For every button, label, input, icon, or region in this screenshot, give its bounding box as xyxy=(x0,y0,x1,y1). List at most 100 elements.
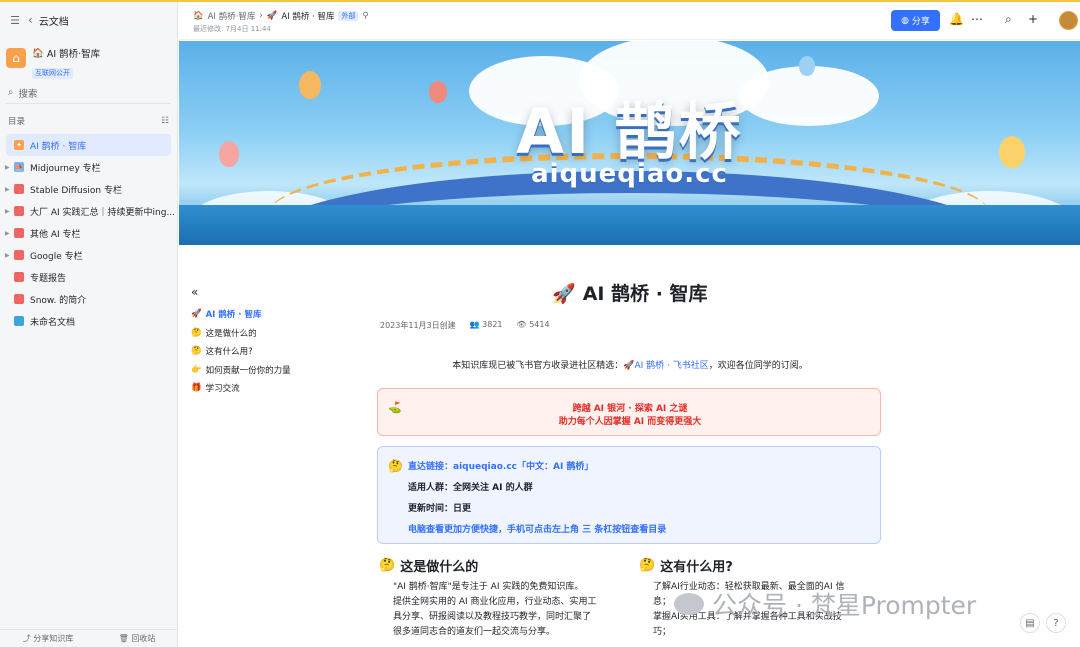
views-count: 👁 5414 xyxy=(516,320,550,329)
space-emoji-icon: 🏠 xyxy=(32,47,44,59)
bell-icon[interactable]: 🔔 xyxy=(949,12,964,26)
callout-highlight: ⛳ 跨越 AI 银河 · 探索 AI 之谜 助力每个人因掌握 AI 而变得更强大 xyxy=(377,388,881,436)
share-knowledge-base-button[interactable]: ⤴ 分享知识库 xyxy=(23,633,74,644)
callout-info: 🤔 直达链接：aiqueqiao.cc「中文：AI 鹊桥」 适用人群：全网关注 … xyxy=(377,446,881,544)
share-button[interactable]: ◍ 分享 xyxy=(891,10,940,31)
sidebar-item-stable-diffusion[interactable]: ▶ Stable Diffusion 专栏 xyxy=(0,178,177,200)
expand-arrow-icon[interactable]: ▶ xyxy=(5,208,10,215)
breadcrumb: 🏠 AI 鹊桥·智库 › 🚀 AI 鹊桥 · 智库 外部 ⚲ xyxy=(193,10,369,22)
more-icon[interactable]: ⋯ xyxy=(971,12,983,26)
landscape-icon xyxy=(14,316,24,326)
expand-arrow-icon[interactable]: ▶ xyxy=(5,252,10,259)
sidebar-item-midjourney[interactable]: ▶ ⛵ Midjourney 专栏 xyxy=(0,156,177,178)
face-icon: 🤔 xyxy=(379,558,396,573)
toc-item[interactable]: 🎁 学习交流 xyxy=(191,379,291,398)
sidebar-search[interactable]: ⌕ 搜索 xyxy=(6,82,171,104)
gift-icon: 🎁 xyxy=(191,383,202,394)
sidebar-header: ☰ ‹ 云文档 xyxy=(0,2,177,38)
users-icon: 👥 xyxy=(469,320,480,329)
sidebar-item-other-ai[interactable]: ▶ 其他 AI 专栏 xyxy=(0,222,177,244)
doc-icon xyxy=(14,184,24,194)
section-heading-use: 🤔 这有什么用? xyxy=(639,558,733,575)
rocket-icon: 🚀 xyxy=(191,309,202,320)
search-icon: ⌕ xyxy=(8,87,14,98)
expand-arrow-icon[interactable]: ▶ xyxy=(5,186,10,193)
watermark: 公众号 · 梵星Prompter xyxy=(674,586,976,622)
created-date: 2023年11月3日创建 xyxy=(380,321,456,330)
add-icon[interactable]: + xyxy=(1028,12,1038,26)
face-icon: 🤔 xyxy=(388,459,403,473)
app-window: ☰ ‹ 云文档 ⌂ 🏠 AI 鹊桥·智库 互联网公开 ⌕ 搜索 目录 ☷ ✦ A… xyxy=(0,0,1080,647)
face-icon: 🤔 xyxy=(191,327,202,338)
collaborators-count: 👥 3821 xyxy=(469,320,503,329)
doc-meta: 2023年11月3日创建 👥 3821 👁 5414 xyxy=(380,320,550,331)
rocket-icon: 🚀 xyxy=(623,361,635,371)
sidebar-nav: ✦ AI 鹊桥 · 智库 ▶ ⛵ Midjourney 专栏 ▶ Stable … xyxy=(0,134,177,332)
avatar[interactable] xyxy=(1059,11,1078,30)
space-emoji-icon: 🏠 xyxy=(193,11,204,21)
toc-item[interactable]: 🤔 这有什么用? xyxy=(191,342,291,361)
community-link[interactable]: AI 鹊桥 · 飞书社区 xyxy=(634,361,708,371)
update-line: 更新时间：日更 xyxy=(408,504,472,514)
breadcrumb-root[interactable]: AI 鹊桥·智库 xyxy=(208,10,256,22)
external-tag: 外部 xyxy=(338,11,359,21)
cover-banner: AI 鹊桥 aiqueqiao.cc xyxy=(179,41,1080,245)
sidebar-item-snow-intro[interactable]: Snow. 的简介 xyxy=(0,288,177,310)
last-edited: 最近修改: 7月4日 11:44 xyxy=(193,25,271,33)
toc-label: 目录 xyxy=(8,117,26,127)
face-icon: 🤔 xyxy=(639,558,656,573)
doc-icon xyxy=(14,294,24,304)
rocket-icon: 🚀 xyxy=(552,283,577,305)
doc-outline-icon[interactable]: ▤ xyxy=(1020,613,1040,633)
toc-item[interactable]: 🤔 这是做什么的 xyxy=(191,324,291,343)
toc-item[interactable]: 🚀 AI 鹊桥 · 智库 xyxy=(191,305,291,324)
search-icon[interactable]: ⌕ xyxy=(1005,12,1012,27)
callout-line: 跨越 AI 银河 · 探索 AI 之谜 xyxy=(572,404,688,414)
audience-line: 适用人群：全网关注 AI 的人群 xyxy=(408,483,533,493)
help-icon[interactable]: ? xyxy=(1046,613,1066,633)
sidebar-item-ai-queqiao[interactable]: ✦ AI 鹊桥 · 智库 xyxy=(6,134,171,156)
back-arrow-icon[interactable]: ‹ xyxy=(28,13,33,27)
page-title: 🚀 AI 鹊桥 · 智库 xyxy=(552,283,708,305)
doc-icon xyxy=(14,272,24,282)
breadcrumb-current[interactable]: AI 鹊桥 · 智库 xyxy=(281,10,334,22)
pin-icon[interactable]: ⚲ xyxy=(362,11,368,21)
banner-subtitle: aiqueqiao.cc xyxy=(531,159,728,189)
sidebar-item-untitled[interactable]: 未命名文档 xyxy=(0,310,177,332)
chevron-right-icon: › xyxy=(259,11,263,21)
search-input[interactable]: 搜索 xyxy=(18,86,37,100)
intro-paragraph: 本知识库现已被飞书官方收录进社区精选：🚀AI 鹊桥 · 飞书社区，欢迎各位同学的… xyxy=(452,361,808,371)
doc-toc: « 🚀 AI 鹊桥 · 智库 🤔 这是做什么的 🤔 这有什么用? 👉 如何贡献一份你的力… xyxy=(191,285,291,398)
eye-icon: 👁 xyxy=(516,320,527,329)
space-home-icon: ⌂ xyxy=(6,48,26,68)
doc-rocket-icon: ✦ xyxy=(14,140,24,150)
direct-link[interactable]: 直达链接：aiqueqiao.cc「中文：AI 鹊桥」 xyxy=(408,459,593,472)
doc-header: 🏠 AI 鹊桥·智库 › 🚀 AI 鹊桥 · 智库 外部 ⚲ 最近修改: 7月4… xyxy=(179,2,1080,40)
section-text-what: "AI 鹊桥·智库"是专注于 AI 实践的免费知识库。 提供全网实用的 AI 商… xyxy=(393,582,597,637)
collapse-sidebar-icon[interactable]: ☰ xyxy=(8,14,22,27)
filter-list-icon[interactable]: ☷ xyxy=(161,116,169,126)
toc-item[interactable]: 👉 如何贡献一份你的力量 xyxy=(191,361,291,380)
doc-icon xyxy=(14,206,24,216)
public-badge: 互联网公开 xyxy=(32,68,73,79)
expand-arrow-icon[interactable]: ▶ xyxy=(5,230,10,237)
toc-header: 目录 ☷ xyxy=(0,108,177,134)
sidebar-item-reports[interactable]: 专题报告 xyxy=(0,266,177,288)
hand-icon: 👉 xyxy=(191,364,202,375)
collapse-toc-icon[interactable]: « xyxy=(191,285,291,299)
sidebar-title: 云文档 xyxy=(38,16,69,28)
sidebar-item-big-tech[interactable]: ▶ 大厂 AI 实践汇总｜持续更新中ing... xyxy=(0,200,177,222)
tip-line: 电脑查看更加方便快捷，手机可点击左上角 三 条杠按钮查看目录 xyxy=(408,525,667,535)
space-title: 🏠 AI 鹊桥·智库 xyxy=(32,47,101,61)
sidebar: ☰ ‹ 云文档 ⌂ 🏠 AI 鹊桥·智库 互联网公开 ⌕ 搜索 目录 ☷ ✦ A… xyxy=(0,2,178,647)
doc-icon xyxy=(14,250,24,260)
globe-icon: ◍ xyxy=(901,15,909,26)
banner-title: AI 鹊桥 xyxy=(516,95,743,168)
balloon-shape xyxy=(799,56,815,76)
water xyxy=(179,205,1080,245)
sidebar-item-google[interactable]: ▶ Google 专栏 xyxy=(0,244,177,266)
space-info[interactable]: ⌂ 🏠 AI 鹊桥·智库 互联网公开 xyxy=(0,38,177,82)
trash-button[interactable]: 🗑 回收站 xyxy=(119,633,156,644)
sailboat-icon: ⛵ xyxy=(14,162,24,172)
expand-arrow-icon[interactable]: ▶ xyxy=(5,164,10,171)
